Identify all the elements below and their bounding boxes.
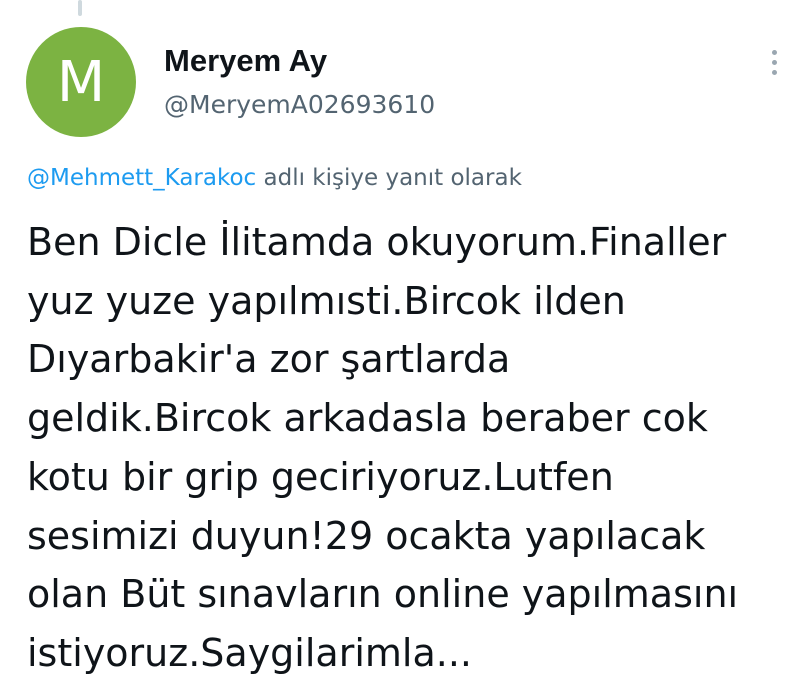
avatar[interactable]: M: [26, 27, 136, 137]
more-vertical-icon-dot: [771, 69, 777, 75]
avatar-initial: M: [56, 49, 106, 115]
display-name[interactable]: Meryem Ay: [164, 42, 327, 80]
more-options-button[interactable]: [760, 40, 788, 84]
tweet-text-line: kotu bir grip geciriyoruz.Lutfen: [27, 454, 614, 499]
more-vertical-icon-dot: [771, 59, 777, 65]
tweet-text-line: Dıyarbakir'a zor şartlarda: [27, 337, 511, 382]
more-vertical-icon: [771, 49, 777, 55]
tweet-text-line: sesimizi duyun!29 ocakta yapılacak: [27, 513, 706, 558]
reply-context: @Mehmett_Karakoc adlı kişiye yanıt olara…: [27, 162, 522, 194]
tweet-text-line: olan Büt sınavların online yapılmasını: [27, 572, 739, 617]
tweet-text: Ben Dicle İlitamda okuyorum.Finaller yuz…: [27, 213, 787, 683]
reply-context-label: adlı kişiye yanıt olarak: [256, 165, 522, 191]
user-handle[interactable]: @MeryemA02693610: [164, 88, 435, 122]
tweet-text-line: Ben Dicle İlitamda okuyorum.Finaller: [27, 220, 727, 264]
thread-connector-line: [78, 0, 82, 16]
tweet-text-line: istiyoruz.Saygilarimla...: [27, 630, 472, 675]
reply-mention-link[interactable]: @Mehmett_Karakoc: [27, 165, 256, 191]
tweet-text-line: geldik.Bircok arkadasla beraber cok: [27, 396, 708, 441]
tweet-text-line: yuz yuze yapılmısti.Bircok ilden: [27, 278, 626, 323]
